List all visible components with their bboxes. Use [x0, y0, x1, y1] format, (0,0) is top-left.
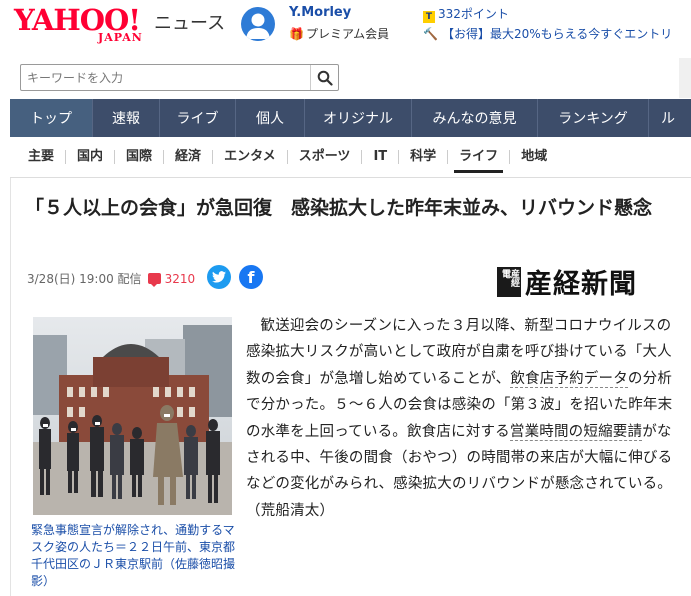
category-domestic[interactable]: 国内: [65, 150, 114, 164]
side-panel-edge: [679, 58, 691, 98]
category-life[interactable]: ライフ: [447, 150, 509, 173]
yahoo-japan-logo[interactable]: YAHOO! JAPAN: [14, 4, 154, 44]
premium-badge[interactable]: 🎁 プレミアム会員: [289, 25, 389, 42]
service-name[interactable]: ニュース: [154, 9, 225, 35]
tab-ranking[interactable]: ランキング: [538, 99, 649, 137]
search-input[interactable]: [21, 65, 311, 90]
twitter-bird-icon: [212, 271, 226, 283]
category-science[interactable]: 科学: [398, 150, 447, 164]
main-nav: トップ 速報 ライブ 個人 オリジナル みんなの意見 ランキング ル: [10, 99, 691, 137]
article-headline: 「５人以上の会食」が急回復 感染拡大した昨年末並み、リバウンド懸念: [25, 197, 653, 219]
tab-breaking[interactable]: 速報: [93, 99, 160, 137]
user-silhouette-icon: [246, 13, 270, 39]
tab-top[interactable]: トップ: [10, 99, 93, 137]
category-entertainment[interactable]: エンタメ: [212, 150, 287, 164]
facebook-f-icon: f: [247, 267, 255, 287]
article-body: 歓送迎会のシーズンに入った３月以降、新型コロナウイルスの感染拡大リスクが高いとし…: [246, 313, 676, 524]
search-icon: [317, 70, 333, 86]
search-button[interactable]: [310, 65, 338, 90]
keyword-link-short-hours[interactable]: 営業時間の短縮要請: [509, 423, 643, 441]
comment-count[interactable]: 3210: [165, 272, 196, 286]
tab-opinions[interactable]: みんなの意見: [412, 99, 538, 137]
category-world[interactable]: 国際: [114, 150, 163, 164]
tab-individual[interactable]: 個人: [236, 99, 305, 137]
auction-hammer-icon: 🔨: [423, 27, 438, 41]
category-economy[interactable]: 経済: [163, 150, 212, 164]
article: 「５人以上の会食」が急回復 感染拡大した昨年末並み、リバウンド懸念 3/28(日…: [10, 178, 691, 596]
category-it[interactable]: IT: [361, 150, 398, 164]
article-meta: 3/28(日) 19:00 配信 3210: [27, 270, 195, 287]
tokyo-station-photo: [33, 317, 232, 515]
points-label: 332ポイント: [438, 7, 509, 21]
publisher-name: 産経新聞: [525, 269, 637, 300]
logo-subtext: JAPAN: [98, 31, 143, 44]
avatar[interactable]: [241, 7, 275, 41]
twitter-share-button[interactable]: [207, 265, 231, 289]
facebook-share-button[interactable]: f: [239, 265, 263, 289]
distributed-label: 配信: [117, 272, 142, 286]
article-date: 3/28(日) 19:00: [27, 272, 114, 286]
tpoint-link[interactable]: T 332ポイント: [423, 5, 509, 23]
category-local[interactable]: 地域: [509, 150, 558, 164]
publisher-logo[interactable]: 産經電 産経新聞: [497, 262, 637, 301]
site-header: YAHOO! JAPAN ニュース Y.Morley 🎁 プレミアム会員 T 332…: [0, 0, 691, 58]
tab-more[interactable]: ル: [649, 99, 691, 137]
keyword-link-restaurant-data[interactable]: 飲食店予約データ: [510, 370, 628, 388]
tab-live[interactable]: ライブ: [160, 99, 236, 137]
tpoint-icon: T: [423, 11, 435, 23]
promo-link[interactable]: 🔨 【お得】最大20%もらえる今すぐエントリ: [423, 25, 672, 42]
tab-original[interactable]: オリジナル: [305, 99, 412, 137]
username[interactable]: Y.Morley: [289, 5, 351, 20]
promo-label: 【お得】最大20%もらえる今すぐエントリ: [441, 27, 673, 41]
photo-caption[interactable]: 緊急事態宣言が解除され、通勤するマスク姿の人たち＝２２日午前、東京都千代田区のＪ…: [31, 522, 236, 590]
gift-icon: 🎁: [289, 27, 304, 41]
category-main[interactable]: 主要: [18, 150, 65, 164]
publisher-seal: 産經電: [497, 266, 521, 297]
comment-icon: [147, 273, 161, 287]
category-nav: 主要 国内 国際 経済 エンタメ スポーツ IT 科学 ライフ 地域: [18, 140, 691, 174]
search-box: [20, 64, 339, 91]
premium-label: プレミアム会員: [305, 27, 390, 41]
article-photo[interactable]: [33, 317, 232, 515]
category-sports[interactable]: スポーツ: [286, 150, 362, 164]
